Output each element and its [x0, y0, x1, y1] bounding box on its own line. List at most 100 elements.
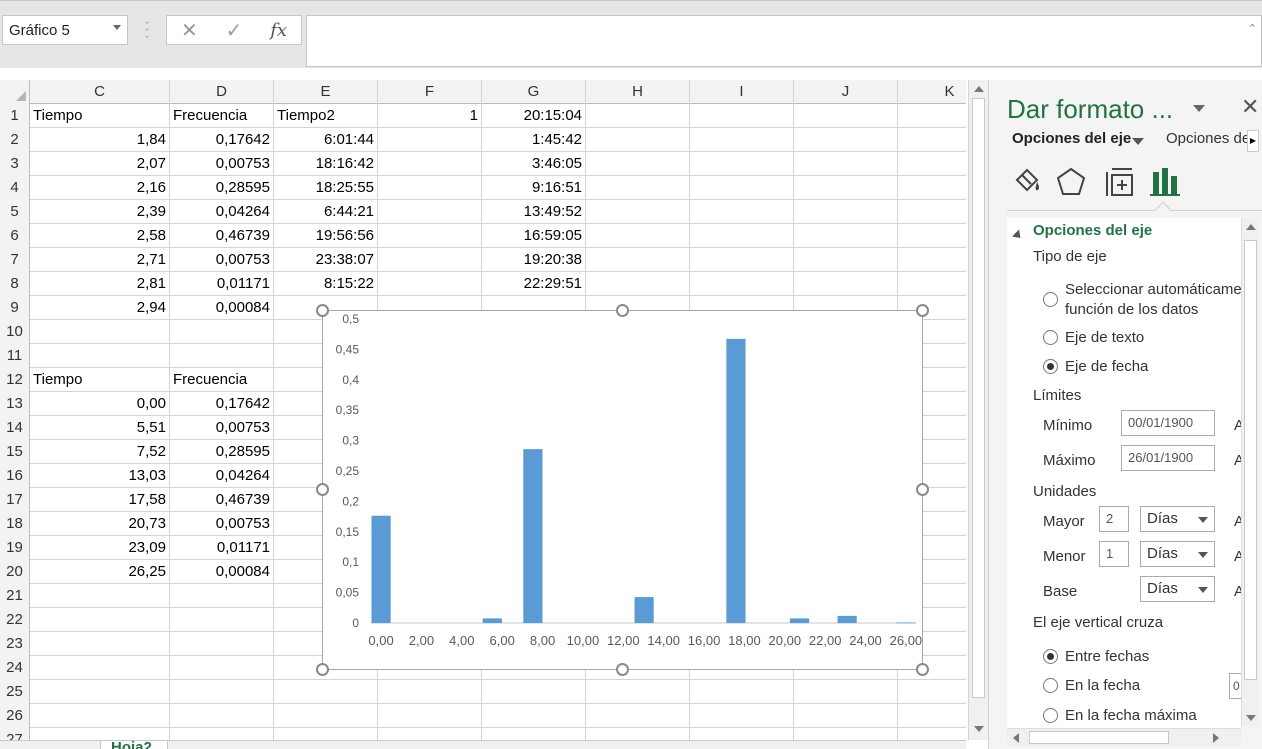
cell[interactable]: 2,16: [30, 176, 170, 200]
chart[interactable]: 0 0,05 0,1 0,15 0,2 0,25 0,3 0,35 0,4 0,45 0,5 0,00…: [322, 310, 923, 670]
cell[interactable]: 0,17642: [170, 128, 274, 152]
cell[interactable]: 0,17642: [170, 392, 274, 416]
cell[interactable]: [690, 176, 794, 200]
cell[interactable]: [898, 272, 966, 296]
row-header[interactable]: 15: [0, 440, 30, 464]
cell[interactable]: [170, 704, 274, 728]
cell[interactable]: [274, 728, 378, 740]
cell[interactable]: [378, 680, 482, 704]
cell[interactable]: [898, 728, 966, 740]
row-header[interactable]: 23: [0, 632, 30, 656]
cell[interactable]: 0,00084: [170, 296, 274, 320]
cell[interactable]: Tiempo: [30, 368, 170, 392]
cell[interactable]: [30, 344, 170, 368]
cell[interactable]: [274, 704, 378, 728]
resize-handle-right[interactable]: [916, 483, 929, 496]
cell[interactable]: [170, 320, 274, 344]
cell[interactable]: [586, 248, 690, 272]
row-header[interactable]: 2: [0, 128, 30, 152]
cell[interactable]: 0,28595: [170, 176, 274, 200]
row-header[interactable]: 10: [0, 320, 30, 344]
row-header[interactable]: 11: [0, 344, 30, 368]
major-input[interactable]: 2: [1099, 506, 1129, 532]
cell[interactable]: 17,58: [30, 488, 170, 512]
row-header[interactable]: 27: [0, 728, 30, 740]
radio-max-date[interactable]: [1043, 708, 1058, 723]
scroll-thumb[interactable]: [972, 98, 985, 698]
reset-auto-label[interactable]: A: [1234, 452, 1241, 469]
cell[interactable]: [586, 200, 690, 224]
cell[interactable]: 19:20:38: [482, 248, 586, 272]
tab-axis-options[interactable]: Opciones del eje: [1012, 130, 1131, 147]
radio-between-dates[interactable]: [1043, 649, 1058, 664]
cell[interactable]: [898, 200, 966, 224]
cell[interactable]: [690, 728, 794, 740]
cell[interactable]: [30, 656, 170, 680]
cell[interactable]: 22:29:51: [482, 272, 586, 296]
cell[interactable]: 20,73: [30, 512, 170, 536]
cell[interactable]: [586, 680, 690, 704]
cell[interactable]: 0,01171: [170, 536, 274, 560]
resize-handle-bottom-left[interactable]: [316, 663, 329, 676]
cell[interactable]: [482, 704, 586, 728]
column-header-k[interactable]: K: [898, 80, 966, 104]
cell[interactable]: [794, 272, 898, 296]
cell[interactable]: 8:15:22: [274, 272, 378, 296]
cell[interactable]: [30, 704, 170, 728]
cell[interactable]: [170, 656, 274, 680]
cell[interactable]: [170, 728, 274, 740]
scroll-up-icon[interactable]: [1246, 224, 1256, 230]
row-header[interactable]: 3: [0, 152, 30, 176]
cell[interactable]: 19:56:56: [274, 224, 378, 248]
cell[interactable]: [378, 152, 482, 176]
row-header[interactable]: 22: [0, 608, 30, 632]
cell[interactable]: [794, 704, 898, 728]
cell[interactable]: 7,52: [30, 440, 170, 464]
cell[interactable]: 6:44:21: [274, 200, 378, 224]
cell[interactable]: [170, 680, 274, 704]
cell[interactable]: [30, 632, 170, 656]
cell[interactable]: [794, 248, 898, 272]
cell[interactable]: [898, 176, 966, 200]
resize-handle-top-right[interactable]: [916, 304, 929, 317]
row-header[interactable]: 12: [0, 368, 30, 392]
reset-auto-label[interactable]: A: [1234, 513, 1241, 530]
cell[interactable]: [898, 680, 966, 704]
column-header-c[interactable]: C: [30, 80, 170, 104]
cell[interactable]: [378, 272, 482, 296]
cell[interactable]: 1: [378, 104, 482, 128]
column-header-e[interactable]: E: [274, 80, 378, 104]
cell[interactable]: 0,00753: [170, 512, 274, 536]
cell[interactable]: [170, 344, 274, 368]
cell[interactable]: [690, 248, 794, 272]
radio-text-axis[interactable]: [1043, 330, 1058, 345]
cell[interactable]: [898, 248, 966, 272]
cell[interactable]: [794, 224, 898, 248]
enter-icon[interactable]: ✓: [226, 18, 243, 43]
cell[interactable]: [586, 704, 690, 728]
reset-auto-label[interactable]: A: [1234, 548, 1241, 565]
cell[interactable]: 0,46739: [170, 224, 274, 248]
cell[interactable]: [690, 152, 794, 176]
collapse-triangle-icon[interactable]: [1011, 229, 1025, 242]
cell[interactable]: [690, 680, 794, 704]
insert-function-icon[interactable]: fx: [270, 20, 287, 41]
row-header[interactable]: 16: [0, 464, 30, 488]
cell[interactable]: [482, 728, 586, 740]
column-header-f[interactable]: F: [378, 80, 482, 104]
cell[interactable]: 2,58: [30, 224, 170, 248]
major-unit-select[interactable]: Días: [1140, 506, 1215, 532]
cell[interactable]: 0,00753: [170, 248, 274, 272]
cell[interactable]: 1:45:42: [482, 128, 586, 152]
name-box[interactable]: Gráfico 5: [2, 15, 128, 45]
cell[interactable]: 3:46:05: [482, 152, 586, 176]
select-all-button[interactable]: [0, 80, 30, 104]
cell[interactable]: [378, 728, 482, 740]
resize-handle-left[interactable]: [316, 483, 329, 496]
more-options-icon[interactable]: · · ·: [143, 15, 151, 45]
cell[interactable]: [690, 128, 794, 152]
cell[interactable]: 2,94: [30, 296, 170, 320]
cell[interactable]: [30, 608, 170, 632]
cell[interactable]: [170, 584, 274, 608]
collapse-formula-bar-icon[interactable]: ⌃: [1248, 22, 1257, 35]
